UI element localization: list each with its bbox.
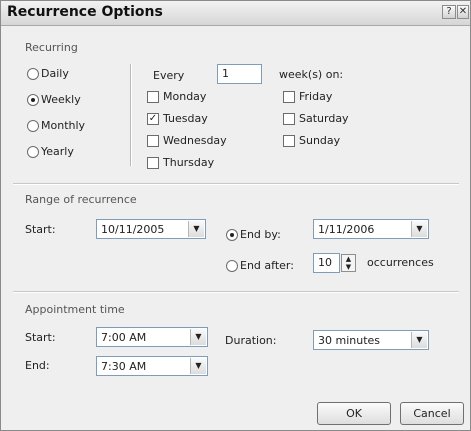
end-by-date-dropdown[interactable]: 1/11/2006 ▼ [313,219,429,239]
appointment-end-label: End: [25,359,50,372]
radio-monthly[interactable] [27,120,39,132]
chevron-down-icon[interactable]: ▼ [190,358,206,374]
every-weeks-input[interactable]: 1 [217,64,262,84]
end-after-occurrences-input[interactable]: 10 [313,253,340,273]
occurrences-label: occurrences [367,256,434,269]
radio-weekly-label: Weekly [41,93,81,106]
caret-up-icon[interactable]: ▲ [342,255,355,263]
appointment-end-time-dropdown[interactable]: 7:30 AM ▼ [96,356,208,376]
checkbox-sunday[interactable] [283,135,295,147]
range-start-date-dropdown[interactable]: 10/11/2005 ▼ [96,219,206,239]
end-by-date-value: 1/11/2006 [318,223,375,236]
radio-end-after-label: End after: [240,259,294,272]
close-icon: ✕ [458,6,468,17]
help-button[interactable]: ? [442,5,456,19]
radio-end-by[interactable] [226,229,238,241]
dialog-title: Recurrence Options [7,4,163,20]
range-start-label: Start: [25,223,56,236]
divider-2 [13,291,459,292]
radio-yearly[interactable] [27,146,39,158]
checkbox-tuesday[interactable]: ✓ [147,113,159,125]
recurring-vertical-divider [130,64,131,166]
radio-monthly-label: Monthly [41,119,86,132]
appointment-end-time-value: 7:30 AM [101,360,147,373]
appointment-group-label: Appointment time [25,303,125,316]
radio-weekly[interactable] [27,94,39,106]
radio-daily-label: Daily [41,67,69,80]
chevron-down-icon[interactable]: ▼ [188,221,204,237]
appointment-start-time-dropdown[interactable]: 7:00 AM ▼ [96,327,208,347]
duration-dropdown[interactable]: 30 minutes ▼ [313,330,429,350]
duration-label: Duration: [225,334,277,347]
range-start-date-value: 10/11/2005 [101,223,165,236]
cancel-button[interactable]: Cancel [400,402,464,425]
radio-daily[interactable] [27,68,39,80]
title-bar[interactable]: Recurrence Options ? ✕ [1,1,470,26]
checkbox-monday[interactable] [147,91,159,103]
checkbox-saturday[interactable] [283,113,295,125]
caret-down-icon[interactable]: ▼ [342,263,355,271]
chevron-down-icon[interactable]: ▼ [190,329,206,345]
appointment-start-label: Start: [25,331,56,344]
checkbox-friday[interactable] [283,91,295,103]
checkbox-friday-label: Friday [299,90,333,103]
every-label: Every [153,69,185,82]
ok-button[interactable]: OK [317,402,391,425]
weeks-on-label: week(s) on: [279,68,344,81]
range-group-label: Range of recurrence [25,193,137,206]
close-button[interactable]: ✕ [457,5,469,19]
help-icon: ? [446,6,452,17]
radio-yearly-label: Yearly [41,145,74,158]
chevron-down-icon[interactable]: ▼ [411,221,427,237]
radio-end-by-label: End by: [240,228,281,241]
radio-selected-dot [31,98,35,102]
checkbox-thursday-label: Thursday [163,156,215,169]
radio-selected-dot [230,233,234,237]
checkbox-monday-label: Monday [163,90,207,103]
occurrences-spinner[interactable]: ▲ ▼ [341,254,356,272]
checkbox-thursday[interactable] [147,157,159,169]
checkmark-icon: ✓ [148,113,158,124]
checkbox-tuesday-label: Tuesday [163,112,208,125]
appointment-start-time-value: 7:00 AM [101,331,147,344]
divider-1 [13,183,459,184]
duration-value: 30 minutes [318,334,381,347]
checkbox-saturday-label: Saturday [299,112,349,125]
checkbox-sunday-label: Sunday [299,134,341,147]
recurrence-options-dialog: Recurrence Options ? ✕ Recurring Daily W… [0,0,471,431]
recurring-group-label: Recurring [25,41,78,54]
checkbox-wednesday-label: Wednesday [163,134,227,147]
radio-end-after[interactable] [226,260,238,272]
checkbox-wednesday[interactable] [147,135,159,147]
chevron-down-icon[interactable]: ▼ [411,332,427,348]
